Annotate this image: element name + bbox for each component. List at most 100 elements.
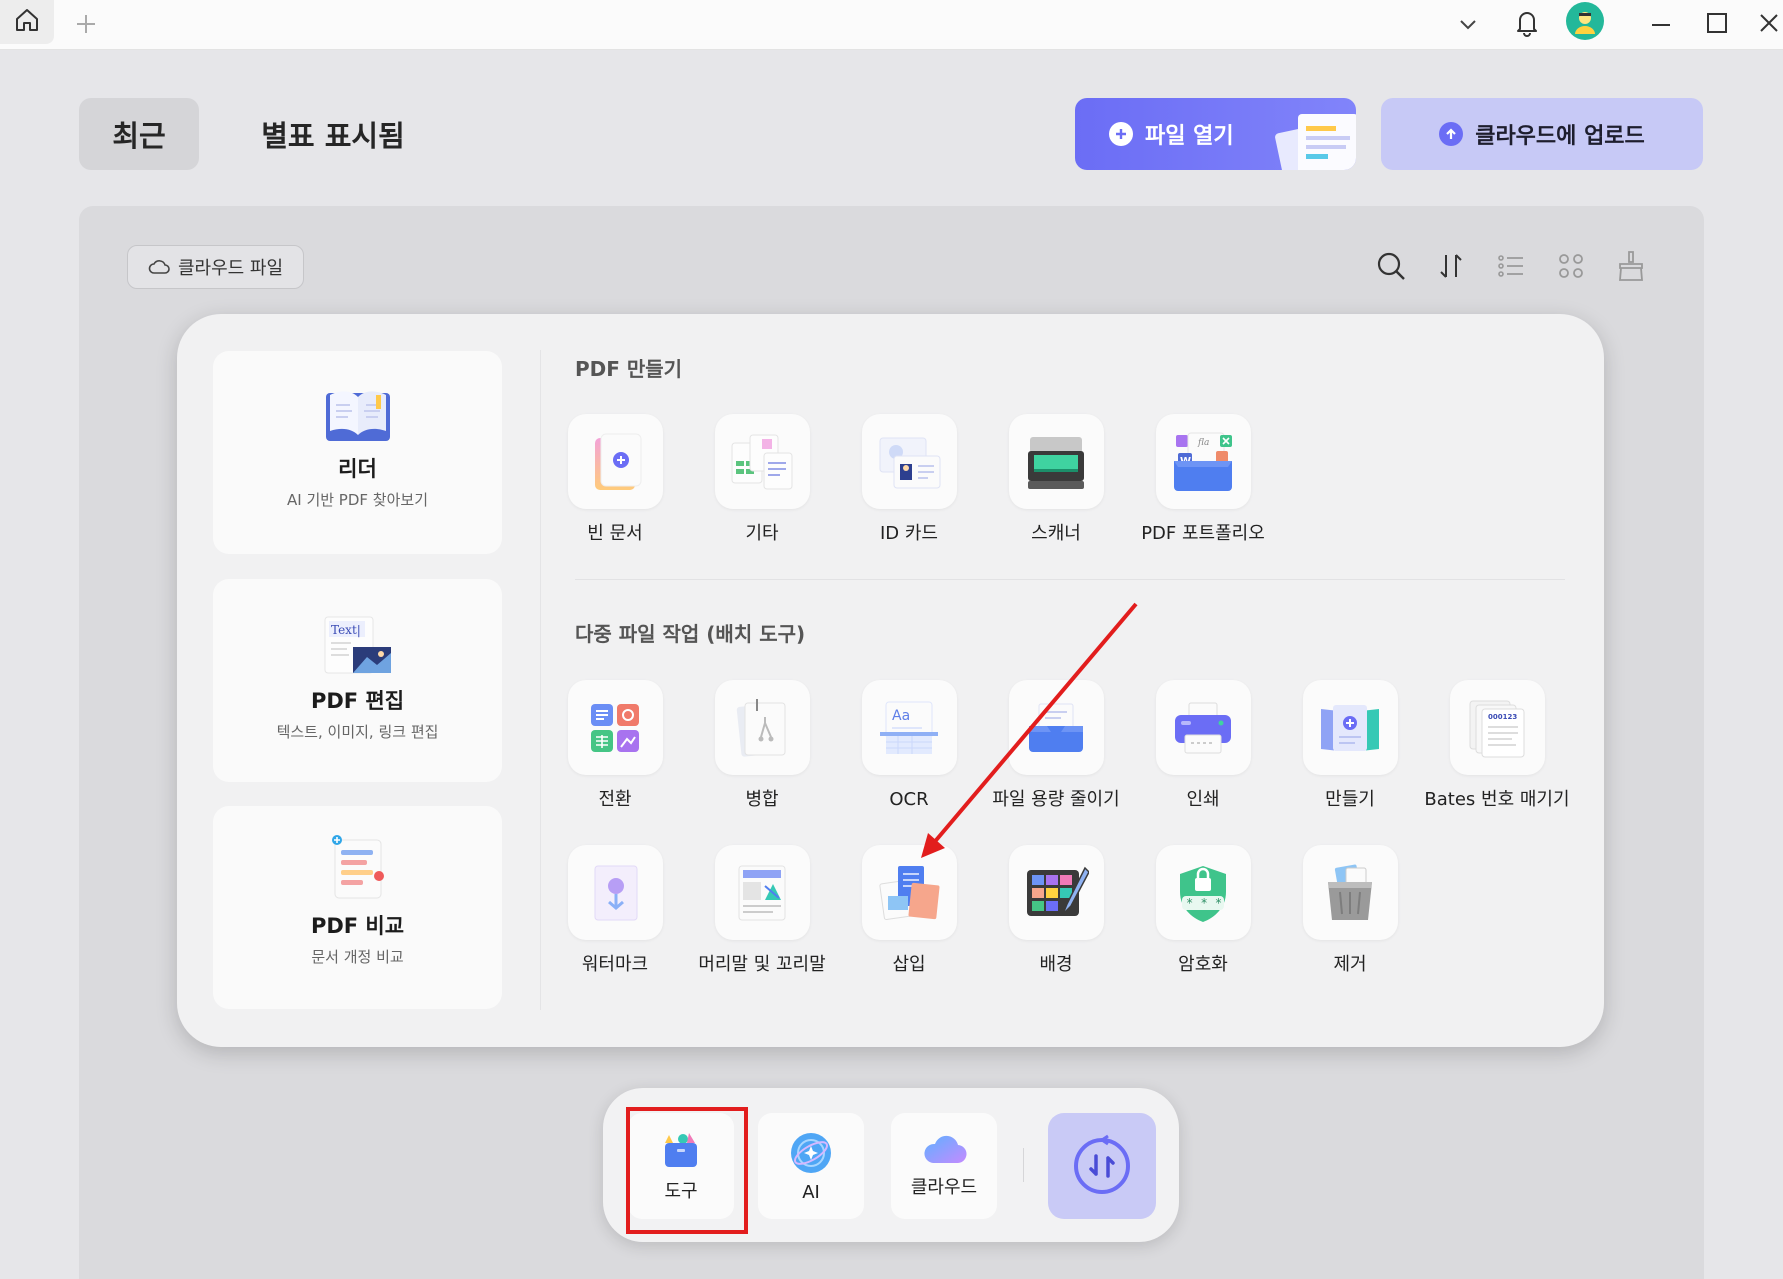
other-formats-icon bbox=[714, 414, 810, 509]
list-view-icon[interactable] bbox=[1491, 246, 1531, 286]
tool-watermark[interactable]: 워터마크 bbox=[530, 845, 700, 977]
pdf-compare-subtitle: 문서 개정 비교 bbox=[311, 948, 404, 966]
tool-scanner[interactable]: 스캐너 bbox=[971, 414, 1141, 546]
compare-icon bbox=[327, 834, 389, 902]
cloud-files-button[interactable]: 클라우드 파일 bbox=[127, 245, 304, 289]
trash-icon bbox=[1302, 845, 1398, 940]
tool-id-card-label: ID 카드 bbox=[879, 523, 938, 544]
grid-view-icon[interactable] bbox=[1551, 246, 1591, 286]
chevron-down-icon[interactable] bbox=[1452, 8, 1484, 40]
upload-arrow-icon bbox=[1439, 122, 1464, 146]
svg-text:* * *: * * * bbox=[1186, 896, 1222, 910]
tool-remove[interactable]: 제거 bbox=[1265, 845, 1435, 977]
clean-icon[interactable] bbox=[1611, 246, 1651, 286]
tab-recent[interactable]: 최근 bbox=[79, 98, 199, 170]
dock-convert-button[interactable] bbox=[1048, 1113, 1156, 1219]
maximize-icon[interactable] bbox=[1700, 6, 1734, 40]
minimize-icon[interactable] bbox=[1644, 8, 1678, 42]
documents-illustration-icon bbox=[1275, 114, 1356, 170]
tool-merge[interactable]: 병합 bbox=[677, 680, 847, 812]
tool-bates-numbering-label: Bates 번호 매기기 bbox=[1424, 789, 1570, 810]
reader-title: 리더 bbox=[338, 457, 377, 481]
id-card-icon bbox=[861, 414, 957, 509]
tool-pdf-portfolio[interactable]: flaW PDF 포트폴리오 bbox=[1118, 414, 1288, 546]
background-palette-icon bbox=[1008, 845, 1104, 940]
svg-text:fla: fla bbox=[1197, 438, 1209, 448]
tool-merge-label: 병합 bbox=[745, 789, 779, 810]
reader-subtitle: AI 기반 PDF 찾아보기 bbox=[286, 491, 428, 509]
ocr-icon: Aa bbox=[861, 680, 957, 775]
tool-blank-document[interactable]: 빈 문서 bbox=[530, 414, 700, 546]
insert-icon bbox=[861, 845, 957, 940]
dock-cloud-label: 클라우드 bbox=[910, 1177, 978, 1198]
open-file-button[interactable]: 파일 열기 bbox=[1075, 98, 1356, 170]
create-document-icon bbox=[1302, 680, 1398, 775]
portfolio-icon: flaW bbox=[1155, 414, 1251, 509]
tool-encrypt[interactable]: * * * 암호화 bbox=[1118, 845, 1288, 977]
tool-id-card[interactable]: ID 카드 bbox=[824, 414, 994, 546]
pdf-compare-title: PDF 비교 bbox=[310, 914, 405, 938]
home-icon bbox=[13, 6, 41, 38]
convert-icon bbox=[567, 680, 663, 775]
printer-icon bbox=[1155, 680, 1251, 775]
dock-ai-button[interactable]: AI bbox=[758, 1113, 864, 1219]
tool-pdf-portfolio-label: PDF 포트폴리오 bbox=[1141, 523, 1265, 544]
pdf-compare-card[interactable]: PDF 비교 문서 개정 비교 bbox=[213, 806, 502, 1009]
bell-icon[interactable] bbox=[1510, 4, 1544, 40]
batch-tools-heading: 다중 파일 작업 (배치 도구) bbox=[575, 622, 806, 646]
new-tab-plus-icon[interactable] bbox=[72, 10, 100, 38]
reader-card[interactable]: 리더 AI 기반 PDF 찾아보기 bbox=[213, 351, 502, 554]
text-badge: Text| bbox=[331, 623, 361, 637]
highlight-box bbox=[626, 1107, 748, 1234]
upload-to-cloud-label: 클라우드에 업로드 bbox=[1475, 124, 1645, 149]
tool-background[interactable]: 배경 bbox=[971, 845, 1141, 977]
pdf-edit-title: PDF 편집 bbox=[310, 689, 405, 713]
ocr-glyph: Aa bbox=[892, 708, 910, 724]
watermark-icon bbox=[567, 845, 663, 940]
tool-insert-label: 삽입 bbox=[892, 954, 926, 975]
blank-document-icon bbox=[567, 414, 663, 509]
sort-icon[interactable] bbox=[1431, 246, 1471, 286]
tool-ocr[interactable]: Aa OCR bbox=[824, 680, 994, 812]
bates-glyph: 000123 bbox=[1488, 713, 1517, 721]
tool-print-label: 인쇄 bbox=[1186, 789, 1220, 810]
merge-icon bbox=[714, 680, 810, 775]
home-tab[interactable] bbox=[0, 0, 54, 44]
scanner-icon bbox=[1008, 414, 1104, 509]
tab-starred[interactable]: 별표 표시됨 bbox=[228, 98, 438, 170]
tool-insert[interactable]: 삽입 bbox=[824, 845, 994, 977]
tool-other[interactable]: 기타 bbox=[677, 414, 847, 546]
tool-encrypt-label: 암호화 bbox=[1178, 954, 1228, 975]
section-divider bbox=[575, 579, 1565, 580]
cloud-files-label: 클라우드 파일 bbox=[177, 258, 284, 279]
tool-convert[interactable]: 전환 bbox=[530, 680, 700, 812]
cloud-icon bbox=[921, 1133, 967, 1167]
avatar[interactable] bbox=[1566, 2, 1604, 40]
pdf-edit-card[interactable]: Text| PDF 편집 텍스트, 이미지, 링크 편집 bbox=[213, 579, 502, 782]
upload-to-cloud-button[interactable]: 클라우드에 업로드 bbox=[1381, 98, 1703, 170]
book-icon bbox=[322, 383, 394, 445]
plus-circle-icon bbox=[1109, 122, 1133, 146]
open-file-label: 파일 열기 bbox=[1145, 124, 1234, 149]
compress-icon bbox=[1008, 680, 1104, 775]
tool-background-label: 배경 bbox=[1039, 954, 1073, 975]
header-footer-icon bbox=[714, 845, 810, 940]
search-icon[interactable] bbox=[1371, 246, 1411, 286]
bates-numbering-icon: 000123 bbox=[1449, 680, 1545, 775]
text-image-edit-icon: Text| bbox=[323, 615, 393, 677]
tool-compress-label: 파일 용량 줄이기 bbox=[992, 789, 1120, 810]
close-icon[interactable] bbox=[1754, 6, 1783, 40]
tool-create[interactable]: 만들기 bbox=[1265, 680, 1435, 812]
cloud-icon bbox=[148, 258, 170, 276]
tool-bates-numbering[interactable]: 000123 Bates 번호 매기기 bbox=[1412, 680, 1582, 812]
create-pdf-heading: PDF 만들기 bbox=[575, 357, 683, 381]
pdf-edit-subtitle: 텍스트, 이미지, 링크 편집 bbox=[276, 723, 439, 741]
tool-blank-document-label: 빈 문서 bbox=[587, 523, 643, 544]
tool-compress[interactable]: 파일 용량 줄이기 bbox=[971, 680, 1141, 812]
dock-cloud-button[interactable]: 클라우드 bbox=[891, 1113, 997, 1219]
tool-ocr-label: OCR bbox=[889, 789, 929, 810]
tool-header-footer[interactable]: 머리말 및 꼬리말 bbox=[677, 845, 847, 977]
tool-print[interactable]: 인쇄 bbox=[1118, 680, 1288, 812]
tool-header-footer-label: 머리말 및 꼬리말 bbox=[698, 954, 826, 975]
tool-create-label: 만들기 bbox=[1325, 789, 1375, 810]
